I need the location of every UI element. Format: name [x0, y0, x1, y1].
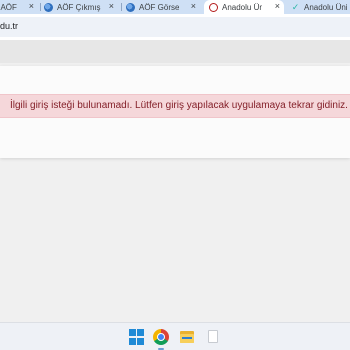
address-bar[interactable]: du.tr: [0, 17, 350, 37]
tab-title: AÖF Görsel: [139, 2, 179, 12]
page-content: İlgili giriş isteği bulunamadı. Lütfen g…: [0, 40, 350, 322]
error-alert: İlgili giriş isteği bulunamadı. Lütfen g…: [0, 94, 350, 118]
tab-anadolu-2[interactable]: ✓ Anadolu Üni: [288, 0, 350, 14]
globe-icon: [44, 2, 53, 12]
close-icon[interactable]: ×: [275, 1, 280, 11]
page-header-band: [0, 40, 350, 63]
document-icon[interactable]: [205, 329, 221, 345]
tab-title: - AÖF: [0, 2, 17, 12]
tab-title: Anadolu Üni: [304, 2, 348, 12]
browser-toolbar: du.tr: [0, 14, 350, 40]
close-icon[interactable]: ×: [109, 1, 114, 11]
chrome-icon[interactable]: [153, 329, 169, 345]
close-icon[interactable]: ×: [29, 1, 34, 11]
taskbar: [0, 322, 350, 350]
windows-start-icon[interactable]: [129, 329, 145, 345]
error-message: İlgili giriş isteği bulunamadı. Lütfen g…: [10, 100, 348, 111]
anadolu-logo-icon: [209, 2, 218, 12]
tab-title: Anadolu Üni: [222, 2, 262, 12]
tab-aof-gorsel[interactable]: AÖF Görsel ×: [126, 0, 200, 14]
tab-title: AÖF Çıkmış S: [57, 2, 101, 12]
file-explorer-icon[interactable]: [179, 329, 195, 345]
content-card: İlgili giriş isteği bulunamadı. Lütfen g…: [0, 66, 350, 158]
close-icon[interactable]: ×: [191, 1, 196, 11]
extension-icon: ✓: [291, 1, 300, 12]
address-text: du.tr: [0, 21, 19, 31]
tab-separator: [40, 3, 41, 11]
tab-strip: - AÖF × AÖF Çıkmış S × AÖF Görsel × Anad…: [0, 0, 350, 14]
tab-separator: [121, 3, 122, 11]
tab-aof-cikmis[interactable]: AÖF Çıkmış S ×: [44, 0, 118, 14]
globe-icon: [126, 2, 135, 12]
tab-aof-1[interactable]: - AÖF ×: [0, 0, 38, 14]
tab-anadolu-active[interactable]: Anadolu Üni ×: [204, 0, 284, 14]
